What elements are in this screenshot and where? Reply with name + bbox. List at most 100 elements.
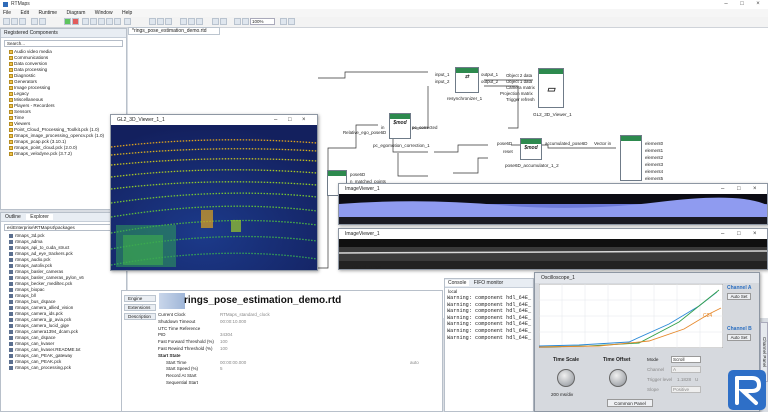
- accumulator-block[interactable]: $mod: [520, 138, 542, 160]
- package-icon: [9, 288, 13, 292]
- align-right-icon[interactable]: [196, 18, 203, 25]
- start-state-section[interactable]: Start State: [158, 353, 442, 360]
- open-file-icon[interactable]: [11, 18, 18, 25]
- gl3d-close-button[interactable]: ×: [302, 115, 306, 125]
- tab-explorer[interactable]: Explorer: [26, 214, 53, 220]
- property-value[interactable]: 5: [220, 366, 370, 373]
- property-value[interactable]: [220, 326, 370, 333]
- icp-block[interactable]: $mod: [389, 113, 411, 139]
- rtmaps-logo: [728, 370, 766, 410]
- tab-fifo-monitor[interactable]: FIFO monitor: [471, 280, 506, 286]
- explorer-file-label: rtmaps_basler_cameras: [15, 269, 64, 274]
- grid-icon[interactable]: [165, 18, 172, 25]
- zoom-out-icon[interactable]: [242, 18, 249, 25]
- tab-engine[interactable]: Engine: [124, 295, 156, 302]
- property-value[interactable]: 34304: [220, 332, 370, 339]
- select-tool-icon[interactable]: [149, 18, 156, 25]
- new-file-icon[interactable]: [3, 18, 10, 25]
- menu-edit[interactable]: Edit: [20, 9, 29, 17]
- explorer-path-input[interactable]: es\Enterprise\RTMaps4\packages: [4, 224, 123, 231]
- image-viewer-1-minimize-button[interactable]: –: [721, 184, 724, 194]
- rewind-icon[interactable]: [90, 18, 97, 25]
- property-label: UTC Time Reference: [158, 325, 201, 331]
- image-viewer-1-close-button[interactable]: ×: [753, 184, 757, 194]
- menu-help[interactable]: Help: [122, 9, 132, 17]
- property-value[interactable]: [220, 380, 370, 387]
- align-center-icon[interactable]: [188, 18, 195, 25]
- menu-file[interactable]: File: [3, 9, 11, 17]
- tab-description[interactable]: Description: [124, 313, 156, 320]
- tab-console[interactable]: Console: [445, 280, 470, 286]
- layout-icon[interactable]: [220, 18, 227, 25]
- save-icon[interactable]: [19, 18, 26, 25]
- run-icon[interactable]: [64, 18, 71, 25]
- explorer-file-item[interactable]: rtmaps_can_processing.pck: [1, 365, 126, 371]
- zoom-reset-icon[interactable]: [288, 18, 295, 25]
- trigger-level-value[interactable]: 1.1828: [677, 377, 691, 382]
- redo-icon[interactable]: [39, 18, 46, 25]
- channel-a-label: Channel A: [727, 285, 752, 291]
- console-line: Warning: component hdl_64E_: [447, 334, 532, 341]
- properties-panel: Engine Extensions Description rings_pose…: [121, 290, 443, 412]
- property-value[interactable]: [220, 373, 370, 380]
- image-viewer-2-minimize-button[interactable]: –: [721, 229, 724, 239]
- stop-icon[interactable]: [72, 18, 79, 25]
- slope-select[interactable]: Positive: [671, 386, 701, 393]
- minimize-button[interactable]: –: [718, 0, 734, 9]
- align-left-icon[interactable]: [180, 18, 187, 25]
- time-offset-knob[interactable]: [609, 369, 627, 387]
- connect-tool-icon[interactable]: [157, 18, 164, 25]
- maximize-button[interactable]: □: [734, 0, 750, 9]
- image-viewer-2-close-button[interactable]: ×: [753, 229, 757, 239]
- accumulator-port-reset: reset: [503, 149, 513, 154]
- vector-in-label: Vector in: [594, 141, 612, 146]
- undo-icon[interactable]: [31, 18, 38, 25]
- image-viewer-1-maximize-button[interactable]: □: [737, 184, 741, 194]
- property-value[interactable]: RTMaps_standard_clock: [220, 312, 370, 319]
- image-viewer-1-title: ImageViewer_1: [345, 186, 380, 192]
- menu-runtime[interactable]: Runtime: [38, 9, 57, 17]
- property-value[interactable]: 100: [220, 339, 370, 346]
- channel-select[interactable]: A: [671, 366, 701, 373]
- record-icon[interactable]: [82, 18, 89, 25]
- oscilloscope-window[interactable]: Oscilloscope_1 C24 Time Scale 200 ms/div…: [534, 272, 760, 412]
- resynchronizer-block[interactable]: ⇄: [455, 67, 479, 93]
- folder-icon: [9, 50, 13, 54]
- time-scale-knob[interactable]: [557, 369, 575, 387]
- gl-viewer-block[interactable]: ▭: [538, 68, 564, 108]
- components-search-input[interactable]: Search...: [4, 40, 123, 47]
- explorer-file-label: rtmaps_can_PEAK.pck: [15, 359, 62, 364]
- auto-checkbox-label[interactable]: auto: [410, 360, 419, 367]
- property-value[interactable]: 100: [220, 346, 370, 353]
- distribute-icon[interactable]: [212, 18, 219, 25]
- tab-extensions[interactable]: Extensions: [124, 304, 156, 311]
- channel-a-auto-set-button[interactable]: Auto Set: [727, 293, 751, 300]
- zoom-in-icon[interactable]: [234, 18, 241, 25]
- point-cloud-view[interactable]: [111, 125, 317, 270]
- property-value[interactable]: 00:00:00.000: [220, 360, 370, 367]
- vector-block[interactable]: [620, 135, 642, 181]
- gl3d-maximize-button[interactable]: □: [288, 115, 292, 125]
- common-panel-button[interactable]: Common Panel: [607, 399, 653, 407]
- zoom-select[interactable]: 100%: [250, 18, 275, 25]
- image-viewer-window-1[interactable]: ImageViewer_1 – □ ×: [338, 183, 768, 225]
- menu-diagram[interactable]: Diagram: [66, 9, 85, 17]
- play-icon[interactable]: [98, 18, 105, 25]
- channel-b-auto-set-button[interactable]: Auto Set: [727, 334, 751, 341]
- fit-icon[interactable]: [280, 18, 287, 25]
- image-viewer-window-2[interactable]: ImageViewer_1 – □ ×: [338, 228, 768, 270]
- fast-forward-icon[interactable]: [114, 18, 121, 25]
- menu-window[interactable]: Window: [95, 9, 113, 17]
- image-viewer-2-maximize-button[interactable]: □: [737, 229, 741, 239]
- gl3d-minimize-button[interactable]: –: [274, 115, 277, 125]
- pause-icon[interactable]: [106, 18, 113, 25]
- loop-icon[interactable]: [124, 18, 131, 25]
- tab-outline[interactable]: Outline: [1, 214, 25, 220]
- property-value[interactable]: 00:00:10.000: [220, 319, 370, 326]
- mode-select[interactable]: Scroll: [671, 356, 701, 363]
- gl3d-viewer-window[interactable]: GL2_3D_Viewer_1_1 – □ ×: [110, 114, 318, 271]
- close-button[interactable]: ×: [750, 0, 766, 9]
- component-category[interactable]: rtmaps_velodyne.pck (3.7.2): [1, 151, 126, 157]
- explorer-file-label: rtmaps_can_kvaser.README.txt: [15, 347, 81, 352]
- matcher-port-pose: pose6D: [350, 172, 366, 177]
